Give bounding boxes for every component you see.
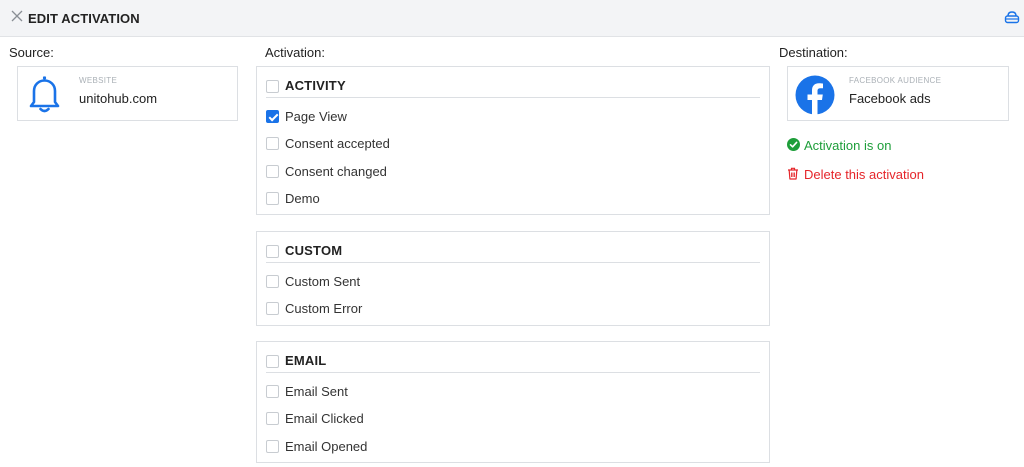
event-label: Consent accepted (285, 136, 390, 151)
checkbox-custom-sent[interactable] (266, 275, 279, 288)
event-label: Demo (285, 191, 320, 206)
checkbox-page-view[interactable] (266, 110, 279, 123)
group-header: ACTIVITY (266, 76, 760, 98)
event-label: Page View (285, 109, 347, 124)
group-title-activity: ACTIVITY (285, 78, 346, 93)
event-label: Consent changed (285, 164, 387, 179)
source-label: Source: (9, 45, 54, 60)
checkbox-demo[interactable] (266, 192, 279, 205)
event-group-email: EMAIL Email Sent Email Clicked Email Ope… (256, 341, 770, 463)
checkbox-custom-error[interactable] (266, 302, 279, 315)
check-circle-icon (787, 138, 800, 151)
checkbox-consent-changed[interactable] (266, 165, 279, 178)
destination-card[interactable]: FACEBOOK AUDIENCE Facebook ads (787, 66, 1009, 121)
event-label: Custom Error (285, 301, 363, 316)
group-checkbox-activity[interactable] (266, 80, 279, 93)
event-label: Email Clicked (285, 411, 364, 426)
group-title-email: EMAIL (285, 353, 327, 368)
source-name: unitohub.com (79, 91, 158, 106)
event-group-activity: ACTIVITY Page View Consent accepted Cons… (256, 66, 770, 215)
checkbox-consent-accepted[interactable] (266, 137, 279, 150)
delete-activation-text: Delete this activation (804, 167, 924, 182)
facebook-icon (795, 75, 835, 115)
group-header: CUSTOM (266, 241, 760, 263)
group-checkbox-custom[interactable] (266, 245, 279, 258)
close-icon[interactable] (10, 9, 24, 23)
activation-status-text: Activation is on (804, 138, 892, 153)
checkbox-email-clicked[interactable] (266, 412, 279, 425)
checkbox-email-opened[interactable] (266, 440, 279, 453)
destination-label: Destination: (779, 45, 848, 60)
group-checkbox-email[interactable] (266, 355, 279, 368)
destination-type-caption: FACEBOOK AUDIENCE (849, 76, 942, 85)
source-type-caption: WEBSITE (79, 76, 118, 85)
header-bar: EDIT ACTIVATION (0, 0, 1024, 37)
destination-name: Facebook ads (849, 91, 931, 106)
save-icon[interactable] (1004, 10, 1020, 24)
group-title-custom: CUSTOM (285, 243, 343, 258)
source-card[interactable]: WEBSITE unitohub.com (17, 66, 238, 121)
event-label: Email Opened (285, 439, 368, 454)
trash-icon (788, 167, 798, 180)
bell-icon (29, 76, 60, 113)
event-group-custom: CUSTOM Custom Sent Custom Error (256, 231, 770, 326)
event-label: Email Sent (285, 384, 348, 399)
group-header: EMAIL (266, 351, 760, 373)
event-label: Custom Sent (285, 274, 361, 289)
activation-label: Activation: (265, 45, 325, 60)
checkbox-email-sent[interactable] (266, 385, 279, 398)
page-title: EDIT ACTIVATION (28, 11, 140, 26)
